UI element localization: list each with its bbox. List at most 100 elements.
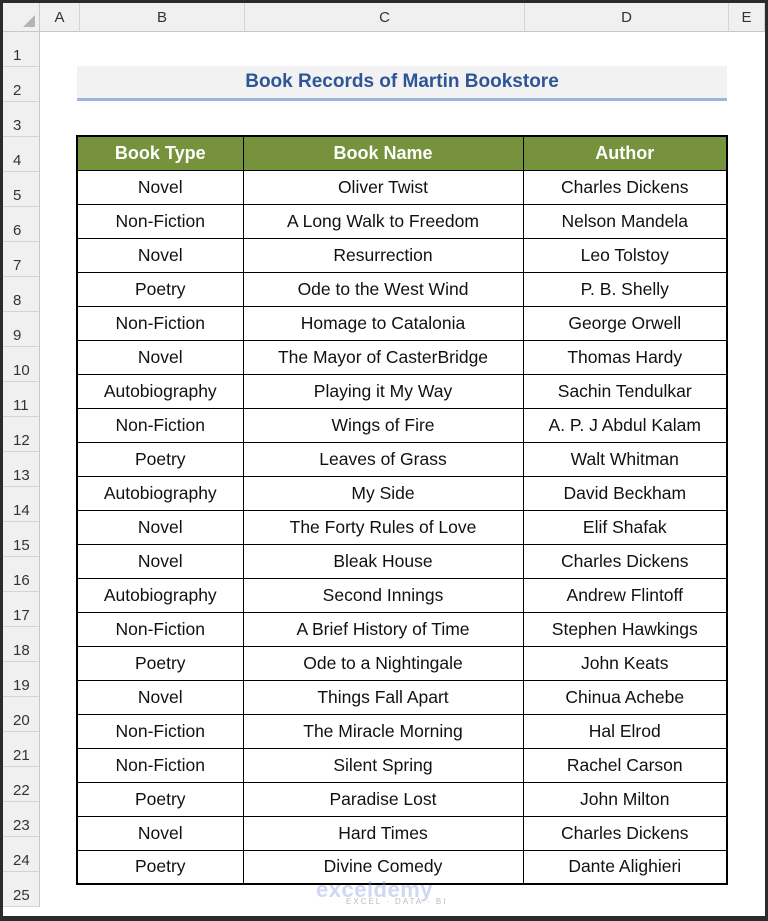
author-cell[interactable]: A. P. J Abdul Kalam [522, 407, 728, 443]
book-name-cell[interactable]: Wings of Fire [242, 407, 524, 443]
book-type-cell[interactable]: Non-Fiction [76, 713, 244, 749]
book-name-cell[interactable]: Playing it My Way [242, 373, 524, 409]
author-cell[interactable]: Chinua Achebe [522, 679, 728, 715]
book-type-cell[interactable]: Non-Fiction [76, 747, 244, 783]
author-cell[interactable]: Leo Tolstoy [522, 237, 728, 273]
author-cell[interactable]: Nelson Mandela [522, 203, 728, 239]
row-header-7[interactable]: 7 [3, 242, 40, 277]
book-type-cell[interactable]: Autobiography [76, 373, 244, 409]
author-cell[interactable]: Dante Alighieri [522, 849, 728, 885]
book-type-cell[interactable]: Novel [76, 339, 244, 375]
column-header-c[interactable]: C [245, 3, 525, 32]
book-name-cell[interactable]: Hard Times [242, 815, 524, 851]
row-header-1[interactable]: 1 [3, 32, 40, 67]
book-name-cell[interactable]: Resurrection [242, 237, 524, 273]
book-type-cell[interactable]: Non-Fiction [76, 407, 244, 443]
book-type-cell[interactable]: Non-Fiction [76, 305, 244, 341]
book-name-cell[interactable]: The Miracle Morning [242, 713, 524, 749]
book-type-cell[interactable]: Poetry [76, 849, 244, 885]
book-type-cell[interactable]: Novel [76, 509, 244, 545]
row-header-8[interactable]: 8 [3, 277, 40, 312]
row-header-13[interactable]: 13 [3, 452, 40, 487]
author-cell[interactable]: Charles Dickens [522, 543, 728, 579]
book-name-cell[interactable]: Silent Spring [242, 747, 524, 783]
row-header-25[interactable]: 25 [3, 872, 40, 907]
header-book-name[interactable]: Book Name [242, 135, 524, 171]
author-cell[interactable]: Charles Dickens [522, 815, 728, 851]
author-cell[interactable]: P. B. Shelly [522, 271, 728, 307]
row-header-9[interactable]: 9 [3, 312, 40, 347]
book-name-cell[interactable]: A Brief History of Time [242, 611, 524, 647]
book-name-cell[interactable]: Things Fall Apart [242, 679, 524, 715]
book-name-cell[interactable]: Bleak House [242, 543, 524, 579]
header-book-type[interactable]: Book Type [76, 135, 244, 171]
row-header-19[interactable]: 19 [3, 662, 40, 697]
author-cell[interactable]: Sachin Tendulkar [522, 373, 728, 409]
author-cell[interactable]: Andrew Flintoff [522, 577, 728, 613]
row-header-10[interactable]: 10 [3, 347, 40, 382]
book-name-cell[interactable]: My Side [242, 475, 524, 511]
row-header-15[interactable]: 15 [3, 522, 40, 557]
book-name-cell[interactable]: Divine Comedy [242, 849, 524, 885]
book-type-cell[interactable]: Novel [76, 815, 244, 851]
row-header-24[interactable]: 24 [3, 837, 40, 872]
book-name-cell[interactable]: Ode to the West Wind [242, 271, 524, 307]
column-header-b[interactable]: B [80, 3, 245, 32]
book-name-cell[interactable]: A Long Walk to Freedom [242, 203, 524, 239]
row-header-21[interactable]: 21 [3, 732, 40, 767]
row-header-11[interactable]: 11 [3, 382, 40, 417]
book-type-cell[interactable]: Novel [76, 543, 244, 579]
book-type-cell[interactable]: Non-Fiction [76, 203, 244, 239]
row-header-5[interactable]: 5 [3, 172, 40, 207]
book-type-cell[interactable]: Poetry [76, 645, 244, 681]
row-header-17[interactable]: 17 [3, 592, 40, 627]
row-header-23[interactable]: 23 [3, 802, 40, 837]
column-header-d[interactable]: D [525, 3, 729, 32]
book-type-cell[interactable]: Poetry [76, 781, 244, 817]
author-cell[interactable]: John Keats [522, 645, 728, 681]
book-type-cell[interactable]: Novel [76, 237, 244, 273]
book-name-cell[interactable]: Oliver Twist [242, 169, 524, 205]
table-row: Poetry Ode to a Nightingale John Keats [76, 645, 728, 681]
author-cell[interactable]: Rachel Carson [522, 747, 728, 783]
book-name-cell[interactable]: Ode to a Nightingale [242, 645, 524, 681]
header-author[interactable]: Author [522, 135, 728, 171]
author-cell[interactable]: Thomas Hardy [522, 339, 728, 375]
author-cell[interactable]: Stephen Hawkings [522, 611, 728, 647]
table-row: Poetry Ode to the West Wind P. B. Shelly [76, 271, 728, 307]
book-type-cell[interactable]: Poetry [76, 441, 244, 477]
book-type-cell[interactable]: Novel [76, 169, 244, 205]
book-type-cell[interactable]: Novel [76, 679, 244, 715]
row-header-22[interactable]: 22 [3, 767, 40, 802]
author-cell[interactable]: David Beckham [522, 475, 728, 511]
book-type-cell[interactable]: Autobiography [76, 475, 244, 511]
author-cell[interactable]: John Milton [522, 781, 728, 817]
row-header-18[interactable]: 18 [3, 627, 40, 662]
book-name-cell[interactable]: The Mayor of CasterBridge [242, 339, 524, 375]
book-name-cell[interactable]: Homage to Catalonia [242, 305, 524, 341]
book-name-cell[interactable]: Second Innings [242, 577, 524, 613]
book-name-cell[interactable]: Paradise Lost [242, 781, 524, 817]
row-header-6[interactable]: 6 [3, 207, 40, 242]
column-header-a[interactable]: A [40, 3, 80, 32]
book-name-cell[interactable]: The Forty Rules of Love [242, 509, 524, 545]
row-header-2[interactable]: 2 [3, 67, 40, 102]
book-type-cell[interactable]: Non-Fiction [76, 611, 244, 647]
row-header-16[interactable]: 16 [3, 557, 40, 592]
select-all-button[interactable] [3, 3, 40, 32]
row-header-3[interactable]: 3 [3, 102, 40, 137]
sheet-title[interactable]: Book Records of Martin Bookstore [77, 66, 727, 101]
author-cell[interactable]: Walt Whitman [522, 441, 728, 477]
book-name-cell[interactable]: Leaves of Grass [242, 441, 524, 477]
row-header-12[interactable]: 12 [3, 417, 40, 452]
row-header-14[interactable]: 14 [3, 487, 40, 522]
row-header-20[interactable]: 20 [3, 697, 40, 732]
author-cell[interactable]: Elif Shafak [522, 509, 728, 545]
book-type-cell[interactable]: Poetry [76, 271, 244, 307]
author-cell[interactable]: Hal Elrod [522, 713, 728, 749]
author-cell[interactable]: Charles Dickens [522, 169, 728, 205]
book-type-cell[interactable]: Autobiography [76, 577, 244, 613]
column-header-e[interactable]: E [729, 3, 765, 32]
author-cell[interactable]: George Orwell [522, 305, 728, 341]
row-header-4[interactable]: 4 [3, 137, 40, 172]
